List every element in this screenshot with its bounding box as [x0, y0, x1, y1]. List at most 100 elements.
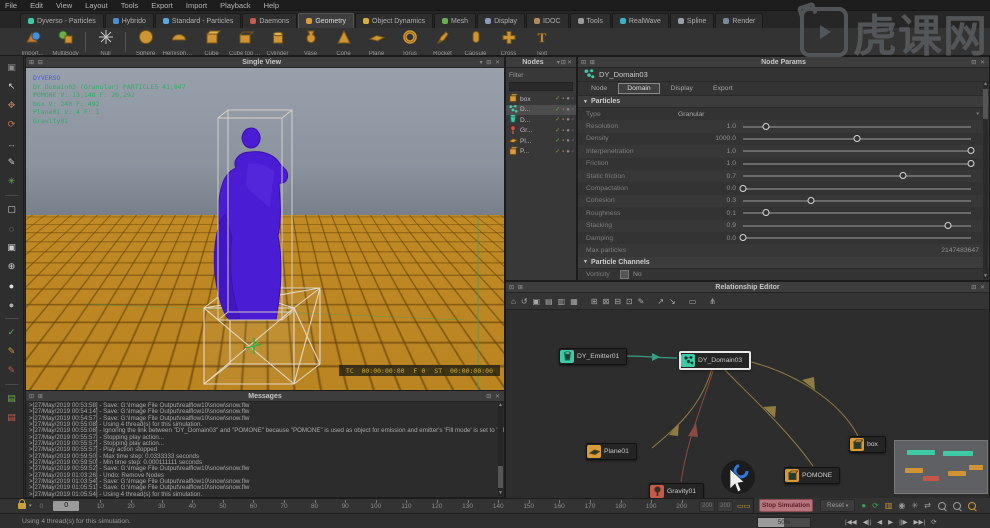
graph-node-dy_domain03[interactable]: DY_Domain03: [679, 351, 752, 370]
param-slider[interactable]: [739, 234, 971, 242]
tab-geometry[interactable]: Geometry: [298, 13, 355, 28]
link-up-icon[interactable]: ↗: [657, 297, 664, 306]
tab-render[interactable]: Render: [715, 13, 764, 28]
camera-tool-icon[interactable]: ▣: [4, 60, 20, 75]
wire-globe-tool-icon[interactable]: ⊕: [4, 259, 20, 274]
shelf-text-button[interactable]: T Text: [525, 29, 558, 54]
param-slider[interactable]: [743, 221, 971, 229]
tab-idoc[interactable]: IDOC: [526, 13, 569, 28]
node-check-icon[interactable]: ✓: [555, 128, 560, 134]
node-ring-icon[interactable]: ◦: [572, 149, 574, 155]
scroll-down-icon[interactable]: ▼: [498, 490, 503, 496]
node-check-icon[interactable]: ✓: [555, 149, 560, 155]
params-tab-domain[interactable]: Domain: [618, 83, 660, 94]
node-check-icon[interactable]: ✓: [555, 107, 560, 113]
tab-object-dynamics[interactable]: Object Dynamics: [355, 13, 433, 28]
params-tab-display[interactable]: Display: [662, 83, 702, 94]
param-value[interactable]: 1.0: [678, 160, 743, 167]
go-start-icon[interactable]: |◀◀: [845, 518, 857, 526]
flat-sphere-tool-icon[interactable]: ●: [4, 297, 20, 312]
slider-knob[interactable]: [739, 184, 747, 192]
panel-window-icons[interactable]: ▾⊡✕: [557, 59, 573, 66]
play-back-icon[interactable]: ◀: [877, 518, 882, 526]
shelf-cube-button[interactable]: Cube: [195, 29, 228, 55]
visibility-icon[interactable]: ◉: [898, 501, 905, 510]
tab-spline[interactable]: Spline: [669, 13, 715, 28]
current-frame-box[interactable]: 0: [53, 501, 80, 511]
slider-knob[interactable]: [762, 209, 770, 217]
node-check-icon[interactable]: ✓: [555, 96, 560, 102]
node-ball-icon[interactable]: ●: [566, 96, 570, 102]
param-value[interactable]: 0.1: [678, 210, 743, 217]
node-ring-icon[interactable]: ◦: [572, 138, 574, 144]
slider-knob[interactable]: [944, 221, 952, 229]
graph-node-pomone[interactable]: POMONE: [784, 467, 841, 484]
panel-window-icons[interactable]: ⊡ ✕: [971, 284, 986, 291]
green-board-tool-icon[interactable]: ▤: [4, 391, 20, 406]
timeline-end-value[interactable]: 200: [717, 500, 734, 512]
param-value[interactable]: 0.9: [678, 222, 743, 229]
menu-import[interactable]: Import: [186, 1, 207, 10]
viewport-header[interactable]: ⊞ ⊟ Single View ▾ ⊡ ✕: [26, 57, 504, 68]
tab-display[interactable]: Display: [477, 13, 526, 28]
solid-cube-tool-icon[interactable]: ▣: [4, 240, 20, 255]
minimap-icon[interactable]: ▭: [689, 297, 697, 306]
node-ring-icon[interactable]: ◦: [572, 117, 574, 123]
menu-export[interactable]: Export: [151, 1, 173, 10]
red-pen-tool-icon[interactable]: ✎: [4, 363, 20, 378]
step-back-icon[interactable]: ◀||: [863, 518, 871, 526]
remove-group-icon[interactable]: ▥: [558, 297, 566, 306]
shelf-import-button[interactable]: Import...: [16, 29, 49, 55]
shelf-cube-top-button[interactable]: Cube top ...: [228, 29, 261, 55]
max-particles-value[interactable]: 2147483647: [941, 247, 979, 254]
panel-menu-icon[interactable]: ⊡ ⊞: [581, 59, 596, 66]
tab-hybrido[interactable]: Hybrido: [104, 13, 154, 28]
param-slider[interactable]: [743, 196, 971, 204]
node-ring-icon[interactable]: ◦: [572, 96, 574, 102]
axis-tool-icon[interactable]: ✳: [4, 174, 20, 189]
param-slider[interactable]: [743, 209, 971, 217]
arrange-icon[interactable]: ⊟: [614, 297, 621, 306]
shelf-vase-button[interactable]: Vase: [294, 29, 327, 55]
shelf-capsule-button[interactable]: Capsule: [459, 29, 492, 55]
check-tool-icon[interactable]: ✓: [4, 325, 20, 340]
slider-knob[interactable]: [967, 159, 975, 167]
node-check-icon[interactable]: ✓: [555, 117, 560, 123]
param-value[interactable]: 0.7: [678, 173, 743, 180]
lock-icon[interactable]: [18, 499, 26, 509]
slider-knob[interactable]: [807, 196, 815, 204]
sim-refresh-icon[interactable]: ⟳: [872, 501, 879, 510]
scale-tool-icon[interactable]: ↔: [4, 136, 20, 151]
wire-sphere-tool-icon[interactable]: ◌: [4, 221, 20, 236]
stop-simulation-button[interactable]: Stop Simulation: [759, 499, 813, 512]
step-forward-icon[interactable]: ||▶: [899, 518, 907, 526]
shelf-torus-button[interactable]: Torus: [393, 29, 426, 55]
viewport-canvas[interactable]: DYVERSO DY_Domain03 (Granular) PARTICLES …: [26, 68, 504, 390]
move-tool-icon[interactable]: ✥: [4, 98, 20, 113]
add-group-icon[interactable]: ▤: [545, 297, 553, 306]
param-value[interactable]: 1.0: [678, 123, 743, 130]
node-ball-icon[interactable]: ●: [566, 149, 570, 155]
menu-file[interactable]: File: [5, 1, 17, 10]
panel-menu-icon[interactable]: ⊡ ⊞: [509, 284, 524, 291]
graph-node-dy_emitter01[interactable]: DY_Emitter01: [559, 348, 628, 365]
tab-mesh[interactable]: Mesh: [433, 13, 477, 28]
param-slider[interactable]: [743, 172, 971, 180]
brush-tool-icon[interactable]: ✎: [4, 344, 20, 359]
graph-node-box[interactable]: box: [849, 436, 886, 453]
node-ring-icon[interactable]: ◦: [572, 107, 574, 113]
panel-window-icons[interactable]: ⊡ ✕: [971, 59, 986, 66]
tab-daemons[interactable]: Daemons: [242, 13, 298, 28]
timeline-end-value[interactable]: 200: [699, 500, 716, 512]
slider-knob[interactable]: [762, 122, 770, 130]
param-slider[interactable]: [743, 134, 971, 142]
params-scrollbar[interactable]: ▲ ▼: [983, 81, 988, 279]
menu-playback[interactable]: Playback: [220, 1, 250, 10]
param-value[interactable]: 0.0: [678, 235, 743, 242]
reset-button[interactable]: Reset ▾: [820, 499, 856, 512]
node-flag-icon[interactable]: ▪: [562, 149, 564, 155]
menu-layout[interactable]: Layout: [85, 1, 108, 10]
param-value[interactable]: 1000.0: [678, 135, 743, 142]
param-slider[interactable]: [743, 122, 971, 130]
zoom-in-icon[interactable]: [967, 501, 976, 510]
